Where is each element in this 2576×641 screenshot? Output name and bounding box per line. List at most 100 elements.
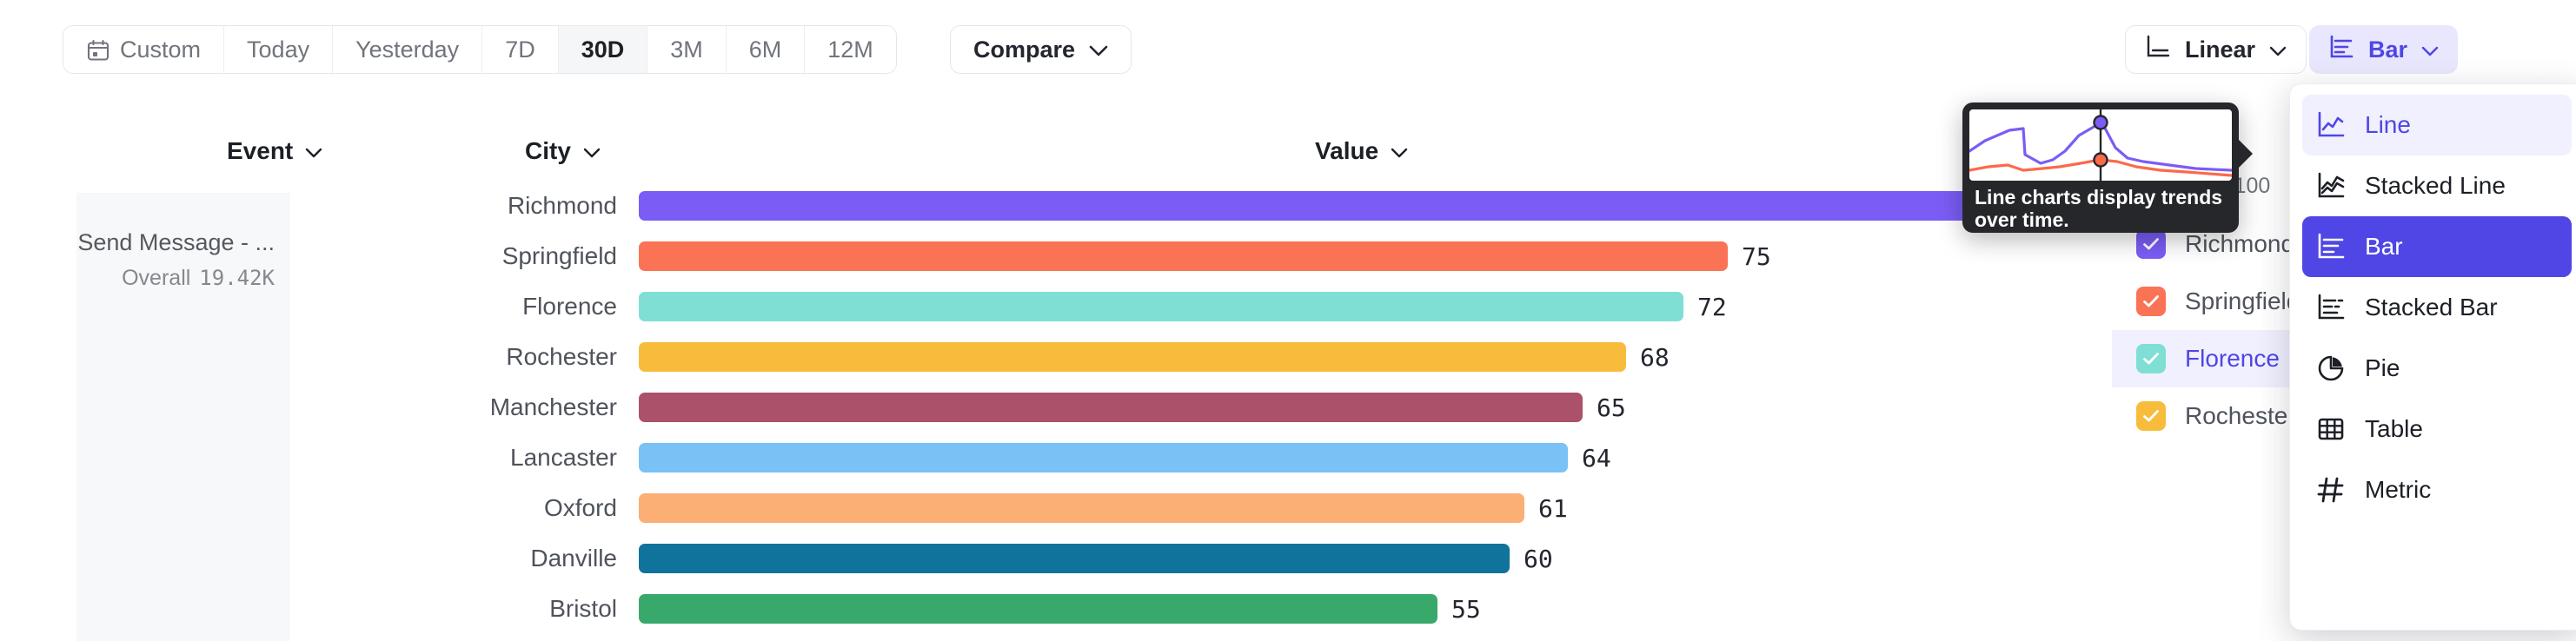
table-icon — [2316, 414, 2346, 444]
scale-type-button[interactable]: Linear — [2125, 25, 2307, 74]
date-range-label: 7D — [505, 36, 535, 63]
bar-value-label: 75 — [1742, 242, 1771, 271]
column-header-event[interactable]: Event — [227, 137, 322, 165]
date-range-label: Yesterday — [355, 36, 459, 63]
chart-type-option-line[interactable]: Line — [2302, 95, 2572, 155]
bar[interactable] — [639, 443, 1568, 472]
hash-icon — [2316, 475, 2346, 505]
bar[interactable] — [639, 241, 1728, 271]
date-range-12m[interactable]: 12M — [805, 26, 896, 73]
bar[interactable] — [639, 493, 1524, 523]
bar-row-label: Oxford — [330, 494, 617, 522]
compare-label: Compare — [973, 36, 1075, 63]
chevron-down-icon — [583, 137, 601, 165]
checkbox-checked-icon[interactable] — [2136, 401, 2166, 431]
bar-row-label: Florence — [330, 293, 617, 320]
bar-row-label: Rochester — [330, 343, 617, 371]
chart-type-label: Bar — [2368, 36, 2407, 63]
bar-row-label: Springfield — [330, 242, 617, 270]
chart-type-option-stacked-bar[interactable]: Stacked Bar — [2302, 277, 2572, 338]
column-header-city[interactable]: City — [525, 137, 601, 165]
calendar-icon — [86, 38, 110, 62]
chart-type-option-label: Stacked Line — [2365, 172, 2506, 200]
stacked-bar-chart-icon — [2316, 293, 2346, 322]
bar-value-label: 60 — [1524, 545, 1553, 573]
bar-chart-icon — [2328, 34, 2354, 66]
compare-button[interactable]: Compare — [950, 25, 1132, 74]
line-chart-icon — [2316, 110, 2346, 140]
date-range-today[interactable]: Today — [224, 26, 333, 73]
chevron-down-icon — [1089, 36, 1108, 63]
linear-scale-icon — [2145, 34, 2171, 66]
legend-item-label: Florence — [2185, 345, 2280, 373]
date-range-segmented-control[interactable]: Custom Today Yesterday 7D 30D 3M 6M 12M — [63, 25, 897, 74]
bar-row-label: Danville — [330, 545, 617, 572]
chart-type-option-pie[interactable]: Pie — [2302, 338, 2572, 399]
chart-type-option-label: Stacked Bar — [2365, 294, 2498, 321]
bar-value-label: 65 — [1597, 393, 1626, 422]
bar-row-label: Manchester — [330, 393, 617, 421]
date-range-30d[interactable]: 30D — [559, 26, 648, 73]
chevron-down-icon — [305, 137, 322, 165]
line-chart-preview — [1969, 109, 2232, 181]
bar-value-label: 72 — [1697, 293, 1727, 321]
chart-type-dropdown: Line Stacked Line Bar Stacked Bar Pie Table Me… — [2289, 83, 2576, 631]
column-header-event-label: Event — [227, 137, 293, 165]
date-range-3m[interactable]: 3M — [647, 26, 727, 73]
chart-type-tooltip: Line charts display trends over time. — [1962, 102, 2239, 233]
checkbox-checked-icon[interactable] — [2136, 344, 2166, 373]
date-range-yesterday[interactable]: Yesterday — [333, 26, 482, 73]
pie-chart-icon — [2316, 354, 2346, 383]
date-range-label: 12M — [827, 36, 873, 63]
analytics-chart-page: Custom Today Yesterday 7D 30D 3M 6M 12M Compare… — [0, 0, 2576, 641]
bar-row-label: Bristol — [330, 595, 617, 623]
stacked-line-chart-icon — [2316, 171, 2346, 201]
legend-item-label: Springfield — [2185, 287, 2300, 315]
chart-type-option-label: Line — [2365, 111, 2411, 139]
date-range-6m[interactable]: 6M — [727, 26, 806, 73]
chart-type-option-metric[interactable]: Metric — [2302, 459, 2572, 520]
bar-value-label: 64 — [1582, 444, 1611, 472]
bar-row-label: Lancaster — [330, 444, 617, 472]
toolbar: CustomTodayYesterday7D30D3M6M12M Compare… — [0, 0, 2576, 57]
column-header-value-label: Value — [1315, 137, 1378, 165]
date-range-label: Today — [247, 36, 309, 63]
date-range-label: 3M — [670, 36, 703, 63]
bar[interactable] — [639, 544, 1510, 573]
bar-chart-icon — [2316, 232, 2346, 261]
bar[interactable] — [639, 191, 2090, 221]
chevron-down-icon — [1391, 137, 1408, 165]
chart-type-option-label: Pie — [2365, 354, 2400, 382]
bar-row-label: Richmond — [330, 192, 617, 220]
chart-type-option-label: Metric — [2365, 476, 2431, 504]
chart-type-option-label: Bar — [2365, 233, 2403, 261]
date-range-7d[interactable]: 7D — [482, 26, 559, 73]
bar-value-label: 55 — [1451, 595, 1481, 624]
checkbox-checked-icon[interactable] — [2136, 287, 2166, 316]
chart-type-option-stacked-line[interactable]: Stacked Line — [2302, 155, 2572, 216]
column-header-value[interactable]: Value — [1315, 137, 1408, 165]
chart-type-option-table[interactable]: Table — [2302, 399, 2572, 459]
date-range-label: Custom — [120, 36, 201, 63]
date-range-custom[interactable]: Custom — [63, 26, 224, 73]
bar-value-label: 68 — [1640, 343, 1670, 372]
date-range-label: 6M — [749, 36, 782, 63]
chevron-down-icon — [2421, 36, 2439, 63]
tooltip-arrow — [2238, 139, 2253, 169]
bar[interactable] — [639, 292, 1683, 321]
chart-type-option-label: Table — [2365, 415, 2423, 443]
date-range-label: 30D — [581, 36, 625, 63]
legend-item-label: Richmond — [2185, 230, 2294, 258]
bar[interactable] — [639, 594, 1437, 624]
chevron-down-icon — [2269, 36, 2287, 63]
bar-value-label: 61 — [1538, 494, 1568, 523]
tooltip-text: Line charts display trends over time. — [1975, 186, 2228, 231]
legend-item-label: Rochester — [2185, 402, 2296, 430]
column-header-city-label: City — [525, 137, 571, 165]
chart-type-button[interactable]: Bar — [2309, 25, 2458, 74]
checkbox-checked-icon[interactable] — [2136, 229, 2166, 259]
bar[interactable] — [639, 342, 1626, 372]
chart-type-option-bar[interactable]: Bar — [2302, 216, 2572, 277]
bar[interactable] — [639, 393, 1583, 422]
scale-type-label: Linear — [2185, 36, 2255, 63]
